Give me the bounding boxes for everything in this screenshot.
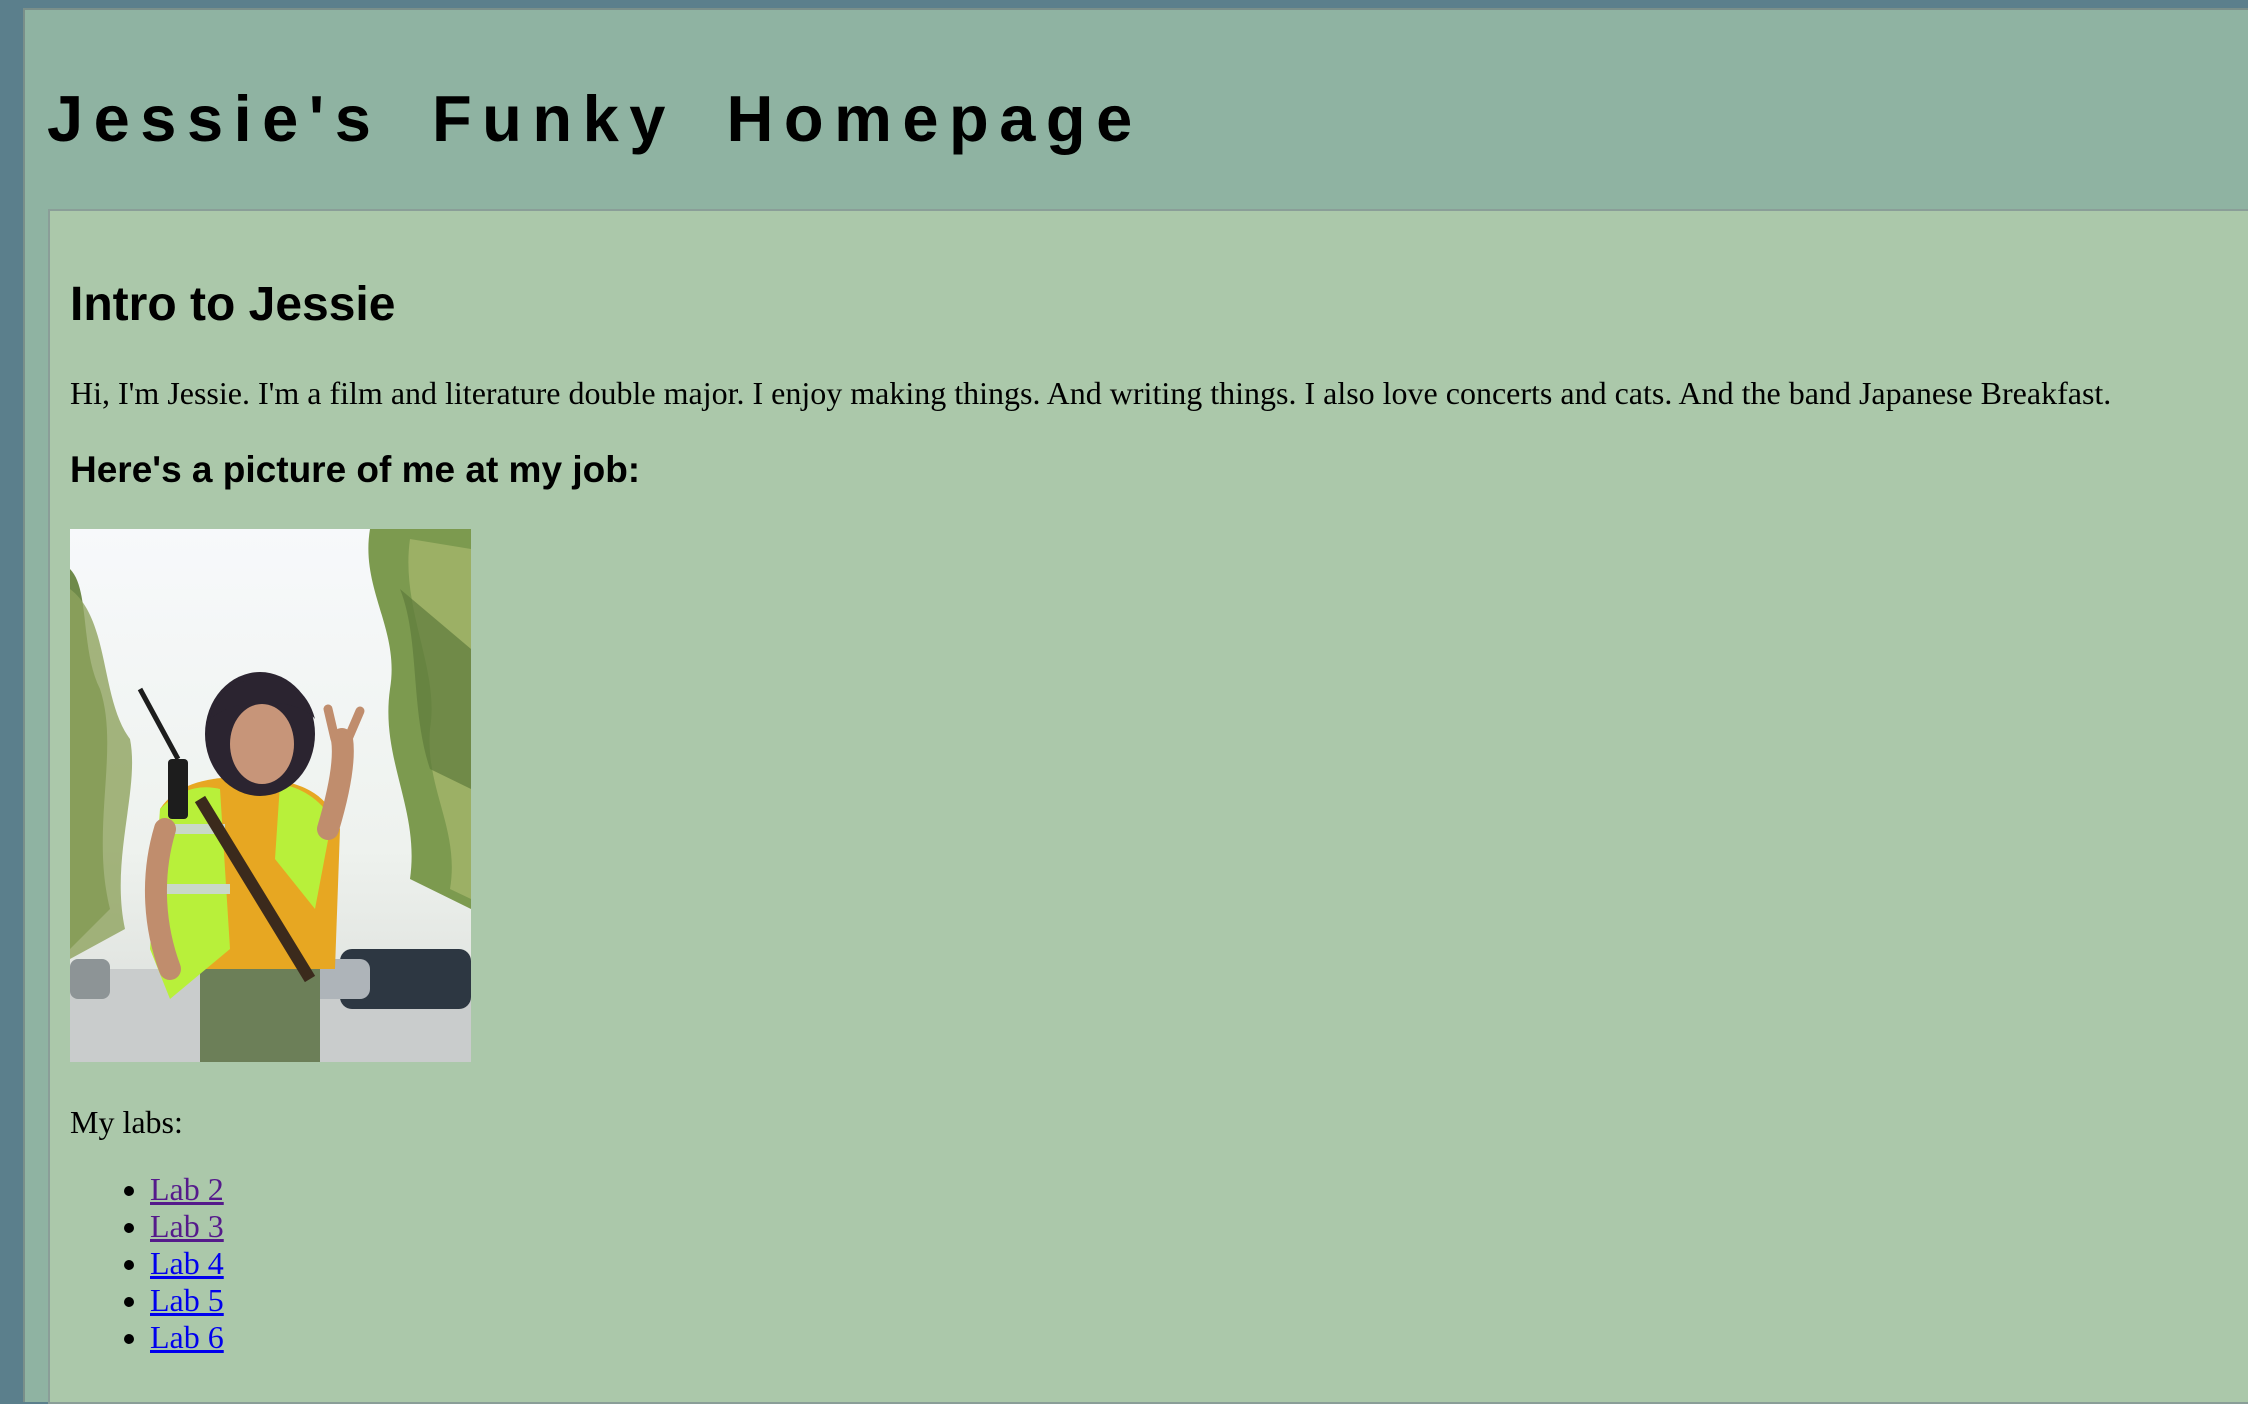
labs-list: Lab 2 Lab 3 Lab 4 Lab 5 Lab 6 xyxy=(70,1171,224,1356)
job-photo xyxy=(70,529,471,1062)
list-item: Lab 6 xyxy=(150,1319,224,1356)
site-title: Jessie's Funky Homepage xyxy=(47,82,1143,155)
main-content: Intro to Jessie Hi, I'm Jessie. I'm a fi… xyxy=(48,209,2248,1404)
lab-5-link[interactable]: Lab 5 xyxy=(150,1282,224,1318)
lab-2-link[interactable]: Lab 2 xyxy=(150,1171,224,1207)
list-item: Lab 4 xyxy=(150,1245,224,1282)
page-container: Jessie's Funky Homepage Intro to Jessie … xyxy=(23,8,2248,1404)
intro-heading: Intro to Jessie xyxy=(70,278,396,331)
lab-6-link[interactable]: Lab 6 xyxy=(150,1319,224,1355)
labs-label: My labs: xyxy=(70,1104,183,1140)
picture-heading: Here's a picture of me at my job: xyxy=(70,449,641,490)
lab-3-link[interactable]: Lab 3 xyxy=(150,1208,224,1244)
lab-4-link[interactable]: Lab 4 xyxy=(150,1245,224,1281)
list-item: Lab 5 xyxy=(150,1282,224,1319)
list-item: Lab 2 xyxy=(150,1171,224,1208)
list-item: Lab 3 xyxy=(150,1208,224,1245)
intro-paragraph: Hi, I'm Jessie. I'm a film and literatur… xyxy=(70,375,2112,411)
